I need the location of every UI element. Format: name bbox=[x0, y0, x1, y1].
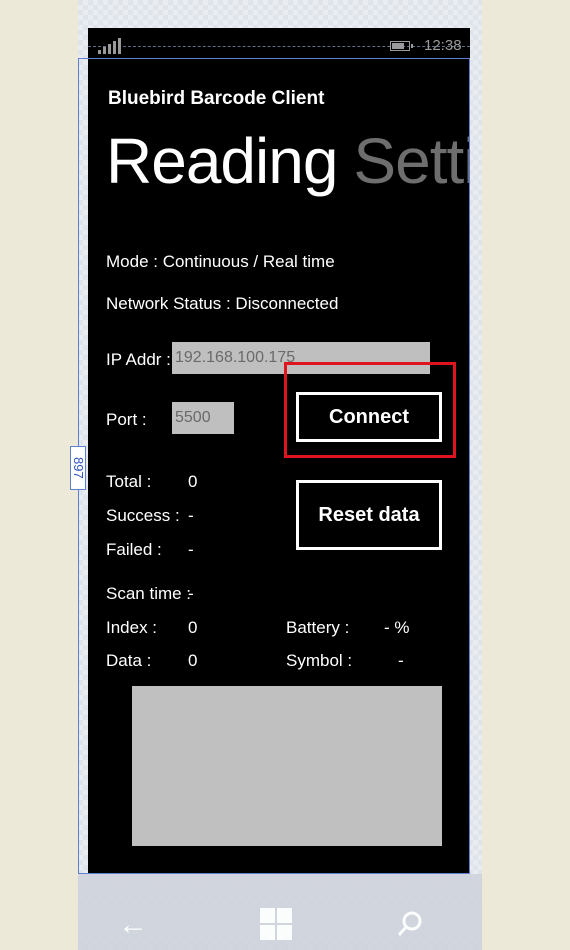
battery-label: Battery : bbox=[286, 618, 350, 637]
search-icon[interactable] bbox=[396, 910, 424, 938]
connect-highlight-box bbox=[284, 362, 456, 458]
scan-time-value: - bbox=[188, 584, 194, 603]
index-label: Index : bbox=[106, 618, 158, 637]
back-arrow-icon[interactable]: ← bbox=[118, 908, 148, 942]
battery-icon bbox=[390, 41, 413, 51]
data-label: Data : bbox=[106, 651, 152, 670]
app-title: Bluebird Barcode Client bbox=[108, 88, 325, 109]
windows-start-icon[interactable] bbox=[260, 908, 292, 940]
height-dimension-label: 897 bbox=[70, 446, 86, 490]
data-value: 0 bbox=[188, 651, 198, 670]
symbol-label: Symbol : bbox=[286, 651, 353, 670]
barcode-data-display bbox=[132, 686, 442, 846]
success-label: Success : bbox=[106, 506, 180, 525]
battery-value: - % bbox=[384, 618, 410, 637]
port-input[interactable]: 5500 bbox=[172, 402, 234, 434]
pivot-item-setting[interactable]: Setting bbox=[353, 125, 470, 197]
signal-icon bbox=[98, 38, 124, 54]
mode-text: Mode : Continuous / Real time bbox=[106, 252, 335, 271]
total-label: Total : bbox=[106, 472, 152, 491]
reset-data-button[interactable]: Reset data bbox=[296, 480, 442, 550]
failed-label: Failed : bbox=[106, 540, 162, 559]
status-time: 12:38 bbox=[424, 37, 462, 54]
scan-time-label: Scan time : bbox=[106, 584, 192, 603]
total-value: 0 bbox=[188, 472, 198, 491]
port-label: Port : bbox=[106, 410, 147, 429]
failed-value: - bbox=[188, 540, 194, 559]
navigation-bar: ← bbox=[78, 874, 482, 950]
pivot-item-reading[interactable]: Reading bbox=[106, 125, 338, 197]
status-bar: 12:38 bbox=[88, 28, 470, 64]
symbol-value: - bbox=[398, 651, 404, 670]
index-value: 0 bbox=[188, 618, 198, 637]
ip-label: IP Addr : bbox=[106, 350, 171, 369]
success-value: - bbox=[188, 506, 194, 525]
pivot-header: ReadingSetting bbox=[106, 124, 470, 198]
network-status-text: Network Status : Disconnected bbox=[106, 294, 339, 313]
